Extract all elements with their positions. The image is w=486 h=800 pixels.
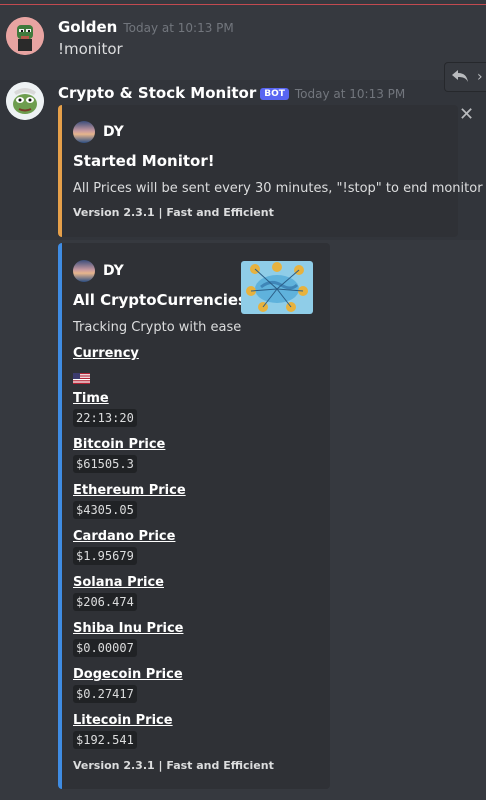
field-value-bitcoin: $61505.3: [73, 455, 137, 473]
crypto-network-thumbnail[interactable]: [241, 261, 313, 314]
author-name[interactable]: Crypto & Stock Monitor: [58, 84, 256, 102]
field-name-dogecoin: Dogecoin Price: [73, 667, 183, 682]
embed-description: All Prices will be sent every 30 minutes…: [73, 181, 483, 196]
close-icon[interactable]: ✕: [459, 106, 474, 124]
bot-avatar[interactable]: [6, 82, 44, 120]
field-value-solana: $206.474: [73, 593, 137, 611]
embed-footer: Version 2.3.1 | Fast and Efficient: [73, 206, 274, 219]
reply-icon[interactable]: [451, 68, 469, 87]
field-value-time: 22:13:20: [73, 409, 137, 427]
field-name-currency: Currency: [73, 346, 139, 361]
us-flag-icon: [73, 369, 90, 384]
user-avatar[interactable]: [6, 17, 44, 55]
field-name-litecoin: Litecoin Price: [73, 713, 173, 728]
embed-color-bar: [58, 105, 62, 237]
field-name-shiba-inu: Shiba Inu Price: [73, 621, 184, 636]
field-value-cardano: $1.95679: [73, 547, 137, 565]
embed-author-name: DY: [103, 124, 124, 140]
more-icon[interactable]: ›: [477, 69, 483, 85]
embed-title: Started Monitor!: [73, 152, 215, 170]
message-content: !monitor: [58, 40, 123, 58]
embed-author-name: DY: [103, 263, 124, 279]
field-name-bitcoin: Bitcoin Price: [73, 437, 166, 452]
embed-all-cryptocurrencies: DY All CryptoCurrencies Tracking Crypto …: [58, 243, 330, 789]
field-value-shiba-inu: $0.00007: [73, 639, 137, 657]
message-timestamp: Today at 10:13 PM: [294, 87, 406, 101]
embed-description: Tracking Crypto with ease: [73, 320, 242, 335]
embed-footer: Version 2.3.1 | Fast and Efficient: [73, 759, 274, 772]
field-name-time: Time: [73, 391, 109, 406]
embed-author-avatar: [73, 260, 95, 282]
field-value-ethereum: $4305.05: [73, 501, 137, 519]
embed-started-monitor: DY Started Monitor! All Prices will be s…: [58, 105, 483, 237]
embed-author: DY: [73, 121, 124, 143]
bot-tag: BOT: [260, 88, 289, 100]
field-value-litecoin: $192.541: [73, 731, 137, 749]
embed-author: DY: [73, 260, 124, 282]
embed-color-bar: [58, 243, 62, 789]
embed-author-avatar: [73, 121, 95, 143]
message-author[interactable]: Golden Today at 10:13 PM: [58, 18, 234, 36]
field-name-solana: Solana Price: [73, 575, 164, 590]
new-messages-divider: [0, 4, 486, 5]
embed-title: All CryptoCurrencies: [73, 291, 247, 309]
message-timestamp: Today at 10:13 PM: [123, 21, 234, 35]
author-name[interactable]: Golden: [58, 18, 117, 36]
field-name-cardano: Cardano Price: [73, 529, 176, 544]
message-action-bar: ›: [444, 62, 486, 92]
message-author[interactable]: Crypto & Stock Monitor BOT Today at 10:13 …: [58, 84, 405, 102]
field-name-ethereum: Ethereum Price: [73, 483, 186, 498]
field-value-dogecoin: $0.27417: [73, 685, 137, 703]
